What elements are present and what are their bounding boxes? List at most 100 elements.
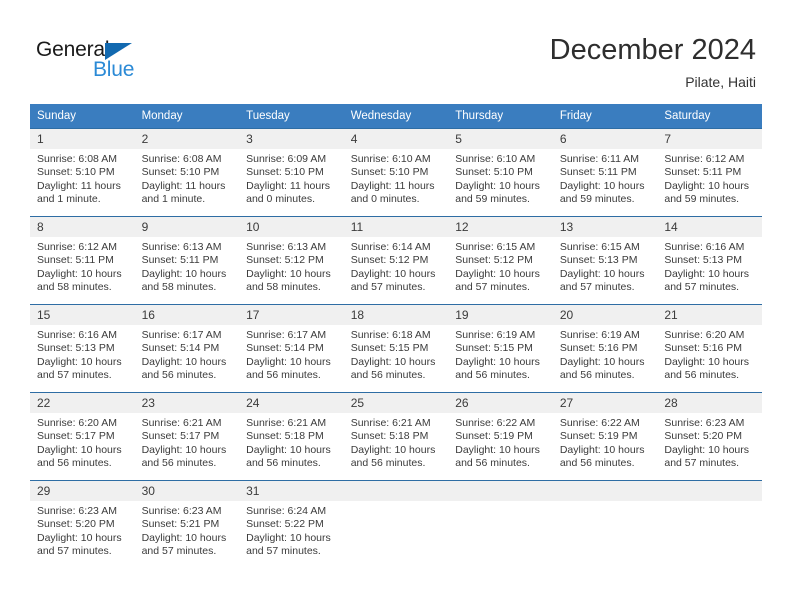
day-number: 21 — [657, 305, 762, 325]
day-details: Sunrise: 6:16 AM Sunset: 5:13 PM Dayligh… — [30, 325, 135, 383]
day-details: Sunrise: 6:19 AM Sunset: 5:16 PM Dayligh… — [553, 325, 658, 383]
sunrise-text: Sunrise: 6:12 AM — [664, 153, 745, 165]
day-cell[interactable]: 11 Sunrise: 6:14 AM Sunset: 5:12 PM Dayl… — [343, 216, 449, 305]
day-cell[interactable]: 17 Sunrise: 6:17 AM Sunset: 5:14 PM Dayl… — [239, 304, 344, 393]
sunrise-text: Sunrise: 6:21 AM — [350, 417, 431, 429]
daylight-text: Daylight: 10 hours and 58 minutes. — [141, 267, 227, 294]
day-cell[interactable]: 29 Sunrise: 6:23 AM Sunset: 5:20 PM Dayl… — [30, 480, 135, 568]
daylight-text: Daylight: 10 hours and 56 minutes. — [350, 355, 436, 382]
day-cell[interactable]: 12 Sunrise: 6:15 AM Sunset: 5:12 PM Dayl… — [448, 216, 553, 305]
sunrise-text: Sunrise: 6:09 AM — [246, 153, 327, 165]
day-cell[interactable]: 19 Sunrise: 6:19 AM Sunset: 5:15 PM Dayl… — [448, 304, 553, 393]
day-details: Sunrise: 6:17 AM Sunset: 5:14 PM Dayligh… — [239, 325, 344, 383]
calendar-body: 1 Sunrise: 6:08 AM Sunset: 5:10 PM Dayli… — [30, 128, 762, 568]
day-cell[interactable]: 28 Sunrise: 6:23 AM Sunset: 5:20 PM Dayl… — [657, 392, 762, 481]
weekday-header-tuesday: Tuesday — [239, 104, 344, 129]
day-details: Sunrise: 6:14 AM Sunset: 5:12 PM Dayligh… — [344, 237, 449, 295]
calendar-week-row: 1 Sunrise: 6:08 AM Sunset: 5:10 PM Dayli… — [30, 128, 762, 217]
day-number: 11 — [343, 217, 449, 237]
day-details: Sunrise: 6:09 AM Sunset: 5:10 PM Dayligh… — [239, 149, 344, 207]
day-number: 28 — [657, 393, 762, 413]
sunset-text: Sunset: 5:19 PM — [455, 430, 533, 443]
sunrise-text: Sunrise: 6:10 AM — [350, 153, 431, 165]
day-cell[interactable]: 5 Sunrise: 6:10 AM Sunset: 5:10 PM Dayli… — [448, 128, 553, 217]
sunrise-text: Sunrise: 6:17 AM — [246, 329, 327, 341]
daylight-text: Daylight: 10 hours and 58 minutes. — [37, 267, 122, 294]
location-subtitle: Pilate, Haiti — [685, 74, 756, 90]
day-details: Sunrise: 6:15 AM Sunset: 5:12 PM Dayligh… — [448, 237, 553, 295]
general-blue-logo[interactable]: General Blue — [36, 38, 166, 84]
daylight-text: Daylight: 10 hours and 56 minutes. — [37, 443, 122, 470]
sunrise-text: Sunrise: 6:12 AM — [37, 241, 117, 253]
day-cell[interactable]: 30 Sunrise: 6:23 AM Sunset: 5:21 PM Dayl… — [134, 480, 240, 568]
day-cell[interactable]: 9 Sunrise: 6:13 AM Sunset: 5:11 PM Dayli… — [134, 216, 240, 305]
daylight-text: Daylight: 10 hours and 56 minutes. — [455, 443, 540, 470]
sunrise-text: Sunrise: 6:20 AM — [37, 417, 117, 429]
day-number — [657, 481, 762, 501]
day-cell-empty — [343, 480, 449, 568]
sunrise-text: Sunrise: 6:21 AM — [246, 417, 327, 429]
day-cell[interactable]: 16 Sunrise: 6:17 AM Sunset: 5:14 PM Dayl… — [134, 304, 240, 393]
sunrise-text: Sunrise: 6:11 AM — [559, 153, 639, 165]
day-details: Sunrise: 6:10 AM Sunset: 5:10 PM Dayligh… — [344, 149, 449, 207]
title-block: December 2024 Pilate, Haiti — [550, 32, 756, 92]
day-cell[interactable]: 7 Sunrise: 6:12 AM Sunset: 5:11 PM Dayli… — [657, 128, 762, 217]
day-cell[interactable]: 24 Sunrise: 6:21 AM Sunset: 5:18 PM Dayl… — [239, 392, 344, 481]
calendar-week-row: 22 Sunrise: 6:20 AM Sunset: 5:17 PM Dayl… — [30, 392, 762, 481]
day-details: Sunrise: 6:12 AM Sunset: 5:11 PM Dayligh… — [30, 237, 135, 295]
sunset-text: Sunset: 5:11 PM — [664, 166, 742, 179]
weekday-header-friday: Friday — [552, 104, 658, 129]
sunset-text: Sunset: 5:21 PM — [141, 518, 220, 531]
day-details: Sunrise: 6:10 AM Sunset: 5:10 PM Dayligh… — [448, 149, 553, 207]
day-number — [343, 481, 449, 501]
sunset-text: Sunset: 5:20 PM — [37, 518, 115, 531]
sunset-text: Sunset: 5:16 PM — [664, 342, 743, 355]
day-number: 16 — [134, 305, 240, 325]
day-cell[interactable]: 27 Sunrise: 6:22 AM Sunset: 5:19 PM Dayl… — [552, 392, 658, 481]
daylight-text: Daylight: 10 hours and 57 minutes. — [664, 443, 750, 470]
calendar-week-row: 29 Sunrise: 6:23 AM Sunset: 5:20 PM Dayl… — [30, 480, 762, 568]
day-cell[interactable]: 8 Sunrise: 6:12 AM Sunset: 5:11 PM Dayli… — [30, 216, 135, 305]
weekday-header-wednesday: Wednesday — [343, 104, 449, 129]
sunrise-text: Sunrise: 6:19 AM — [559, 329, 640, 341]
sunrise-text: Sunrise: 6:24 AM — [246, 505, 327, 517]
day-number: 17 — [239, 305, 344, 325]
day-cell[interactable]: 14 Sunrise: 6:16 AM Sunset: 5:13 PM Dayl… — [657, 216, 762, 305]
day-cell[interactable]: 3 Sunrise: 6:09 AM Sunset: 5:10 PM Dayli… — [239, 128, 344, 217]
day-cell[interactable]: 13 Sunrise: 6:15 AM Sunset: 5:13 PM Dayl… — [552, 216, 658, 305]
sunset-text: Sunset: 5:14 PM — [246, 342, 324, 355]
day-details: Sunrise: 6:11 AM Sunset: 5:11 PM Dayligh… — [553, 149, 658, 207]
day-cell[interactable]: 2 Sunrise: 6:08 AM Sunset: 5:10 PM Dayli… — [134, 128, 240, 217]
day-cell[interactable]: 31 Sunrise: 6:24 AM Sunset: 5:22 PM Dayl… — [239, 480, 344, 568]
day-cell[interactable]: 10 Sunrise: 6:13 AM Sunset: 5:12 PM Dayl… — [239, 216, 344, 305]
sunrise-text: Sunrise: 6:20 AM — [664, 329, 745, 341]
sunset-text: Sunset: 5:13 PM — [664, 254, 743, 267]
day-number: 4 — [343, 129, 449, 149]
day-cell[interactable]: 25 Sunrise: 6:21 AM Sunset: 5:18 PM Dayl… — [343, 392, 449, 481]
day-cell[interactable]: 1 Sunrise: 6:08 AM Sunset: 5:10 PM Dayli… — [30, 128, 135, 217]
weekday-header-monday: Monday — [134, 104, 240, 129]
day-cell[interactable]: 26 Sunrise: 6:22 AM Sunset: 5:19 PM Dayl… — [448, 392, 553, 481]
day-cell[interactable]: 21 Sunrise: 6:20 AM Sunset: 5:16 PM Dayl… — [657, 304, 762, 393]
day-cell[interactable]: 6 Sunrise: 6:11 AM Sunset: 5:11 PM Dayli… — [552, 128, 658, 217]
sunset-text: Sunset: 5:19 PM — [559, 430, 638, 443]
day-cell[interactable]: 20 Sunrise: 6:19 AM Sunset: 5:16 PM Dayl… — [552, 304, 658, 393]
sunrise-text: Sunrise: 6:10 AM — [455, 153, 536, 165]
sunset-text: Sunset: 5:18 PM — [246, 430, 324, 443]
daylight-text: Daylight: 10 hours and 57 minutes. — [350, 267, 436, 294]
day-details: Sunrise: 6:24 AM Sunset: 5:22 PM Dayligh… — [239, 501, 344, 559]
day-number: 14 — [657, 217, 762, 237]
logo-text-blue: Blue — [93, 58, 135, 81]
sunrise-text: Sunrise: 6:15 AM — [559, 241, 640, 253]
day-cell[interactable]: 15 Sunrise: 6:16 AM Sunset: 5:13 PM Dayl… — [30, 304, 135, 393]
day-details: Sunrise: 6:13 AM Sunset: 5:11 PM Dayligh… — [135, 237, 240, 295]
day-cell[interactable]: 23 Sunrise: 6:21 AM Sunset: 5:17 PM Dayl… — [134, 392, 240, 481]
day-details: Sunrise: 6:23 AM Sunset: 5:21 PM Dayligh… — [135, 501, 240, 559]
day-details: Sunrise: 6:08 AM Sunset: 5:10 PM Dayligh… — [135, 149, 240, 207]
day-cell[interactable]: 18 Sunrise: 6:18 AM Sunset: 5:15 PM Dayl… — [343, 304, 449, 393]
day-cell[interactable]: 4 Sunrise: 6:10 AM Sunset: 5:10 PM Dayli… — [343, 128, 449, 217]
day-cell[interactable]: 22 Sunrise: 6:20 AM Sunset: 5:17 PM Dayl… — [30, 392, 135, 481]
day-cell-empty — [657, 480, 762, 568]
day-cell-empty — [448, 480, 553, 568]
sunrise-text: Sunrise: 6:23 AM — [37, 505, 117, 517]
